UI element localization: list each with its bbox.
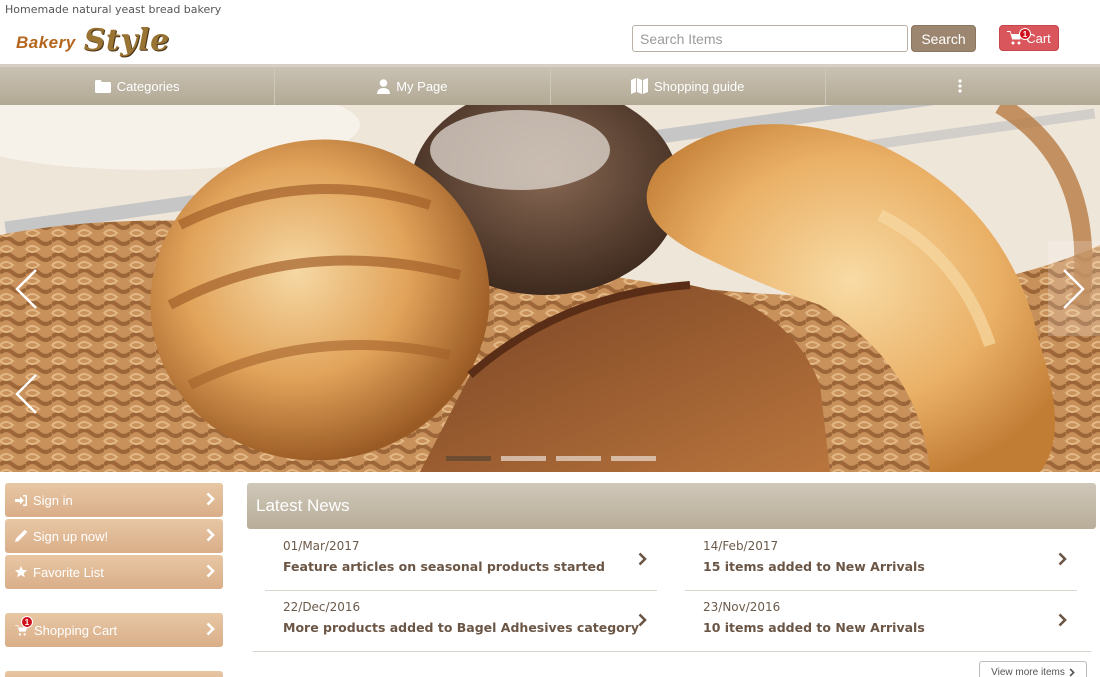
slider-prev-button[interactable] bbox=[0, 346, 52, 441]
chevron-left-icon bbox=[15, 373, 37, 414]
cart-button[interactable]: 1 Cart bbox=[999, 25, 1059, 51]
folder-icon bbox=[94, 79, 111, 93]
view-more-button[interactable]: View more items bbox=[979, 661, 1087, 677]
chevron-right-icon bbox=[206, 564, 215, 578]
news-date: 22/Dec/2016 bbox=[283, 600, 361, 614]
sidebar-sign-in-button[interactable]: Sign in bbox=[5, 483, 223, 517]
site-logo[interactable]: Bakery Style bbox=[16, 22, 170, 58]
nav-item-categories[interactable]: Categories bbox=[0, 67, 276, 105]
news-headline: More products added to Bagel Adhesives c… bbox=[283, 620, 640, 635]
news-header: Latest News bbox=[247, 483, 1096, 529]
nav-item-label: Categories bbox=[116, 78, 180, 94]
sidebar-next-button[interactable] bbox=[5, 671, 223, 677]
news-headline: 10 items added to New Arrivals bbox=[703, 620, 925, 635]
slider-prev-overlay[interactable] bbox=[0, 241, 52, 336]
news-item[interactable]: 22/Dec/2016 More products added to Bagel… bbox=[265, 591, 657, 652]
chevron-right-icon bbox=[206, 492, 215, 506]
news-item[interactable]: 23/Nov/2016 10 items added to New Arriva… bbox=[685, 591, 1077, 652]
chevron-right-icon bbox=[206, 622, 215, 636]
nav-item-label: My Page bbox=[396, 78, 448, 94]
cart-count-badge: 1 bbox=[21, 616, 33, 628]
slider-next-button[interactable] bbox=[1048, 241, 1100, 336]
chevron-right-icon bbox=[638, 613, 647, 627]
map-icon bbox=[630, 78, 648, 94]
more-vertical-icon bbox=[958, 79, 962, 93]
news-title: Latest News bbox=[256, 496, 350, 515]
cart-count-badge: 1 bbox=[1019, 28, 1031, 40]
chevron-right-icon bbox=[638, 552, 647, 566]
slider-dot[interactable] bbox=[446, 456, 491, 461]
sidebar-item-label: Favorite List bbox=[33, 564, 104, 580]
sidebar-item-label: Sign in bbox=[33, 492, 73, 508]
chevron-right-icon bbox=[1069, 667, 1075, 677]
logo-word-bakery: Bakery bbox=[16, 33, 76, 52]
chevron-left-icon bbox=[15, 268, 37, 309]
main-nav: Categories My Page Shopping guide bbox=[0, 64, 1100, 105]
logo-word-style: Style bbox=[83, 23, 170, 58]
sidebar-item-label: Sign up now! bbox=[33, 528, 109, 544]
hero-slider bbox=[0, 105, 1100, 472]
sign-in-icon bbox=[15, 494, 27, 506]
search-input[interactable] bbox=[632, 25, 908, 52]
search-button[interactable]: Search bbox=[911, 25, 976, 52]
news-headline: 15 items added to New Arrivals bbox=[703, 559, 925, 574]
chevron-right-icon bbox=[206, 528, 215, 542]
star-icon bbox=[15, 566, 27, 578]
sidebar-shopping-cart-button[interactable]: 1 Shopping Cart bbox=[5, 613, 223, 647]
chevron-right-icon bbox=[1058, 613, 1067, 627]
slider-dots bbox=[446, 456, 656, 461]
pencil-icon bbox=[15, 530, 27, 542]
sidebar-favorite-list-button[interactable]: Favorite List bbox=[5, 555, 223, 589]
news-item[interactable]: 14/Feb/2017 15 items added to New Arriva… bbox=[685, 530, 1077, 591]
slider-dot[interactable] bbox=[501, 456, 546, 461]
view-more-label: View more items bbox=[991, 666, 1065, 677]
nav-item-my-page[interactable]: My Page bbox=[275, 67, 551, 105]
slider-dot[interactable] bbox=[611, 456, 656, 461]
chevron-right-icon bbox=[1058, 552, 1067, 566]
news-date: 23/Nov/2016 bbox=[703, 600, 781, 614]
news-item[interactable]: 01/Mar/2017 Feature articles on seasonal… bbox=[265, 530, 657, 591]
hero-bread-image bbox=[0, 105, 1100, 472]
chevron-right-icon bbox=[1063, 268, 1085, 309]
sidebar-sign-up-button[interactable]: Sign up now! bbox=[5, 519, 223, 553]
nav-item-more[interactable] bbox=[826, 67, 1100, 105]
news-date: 01/Mar/2017 bbox=[283, 539, 360, 553]
site-tagline: Homemade natural yeast bread bakery bbox=[5, 3, 222, 16]
slider-dot[interactable] bbox=[556, 456, 601, 461]
sidebar-item-label: Shopping Cart bbox=[34, 622, 118, 638]
news-date: 14/Feb/2017 bbox=[703, 539, 779, 553]
news-divider bbox=[253, 651, 1091, 652]
nav-item-label: Shopping guide bbox=[653, 78, 745, 94]
nav-item-shopping-guide[interactable]: Shopping guide bbox=[551, 67, 826, 105]
news-headline: Feature articles on seasonal products st… bbox=[283, 559, 605, 574]
user-icon bbox=[377, 78, 391, 94]
